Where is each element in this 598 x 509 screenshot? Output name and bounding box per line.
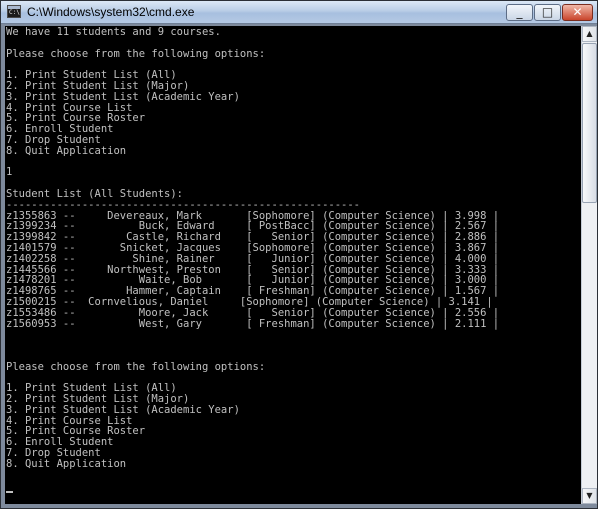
scroll-thumb[interactable] xyxy=(582,43,597,203)
maximize-button[interactable]: □ xyxy=(534,4,561,21)
scroll-up-button[interactable]: ▲ xyxy=(582,26,597,42)
minimize-button[interactable]: _ xyxy=(506,4,533,21)
text-cursor xyxy=(6,491,13,493)
window-title: C:\Windows\system32\cmd.exe xyxy=(27,5,195,19)
console-text: We have 11 students and 9 courses. Pleas… xyxy=(6,26,500,470)
scroll-down-button[interactable]: ▼ xyxy=(582,488,597,504)
console-output[interactable]: We have 11 students and 9 courses. Pleas… xyxy=(5,26,581,504)
title-bar[interactable]: C:\ C:\Windows\system32\cmd.exe _ □ ✕ xyxy=(1,1,597,24)
close-button[interactable]: ✕ xyxy=(562,4,593,21)
cmd-app-icon[interactable]: C:\ xyxy=(7,5,21,18)
cmd-window: C:\ C:\Windows\system32\cmd.exe _ □ ✕ We… xyxy=(0,0,598,509)
icon-label: C:\ xyxy=(9,9,20,16)
vertical-scrollbar[interactable]: ▲ ▼ xyxy=(581,26,597,504)
